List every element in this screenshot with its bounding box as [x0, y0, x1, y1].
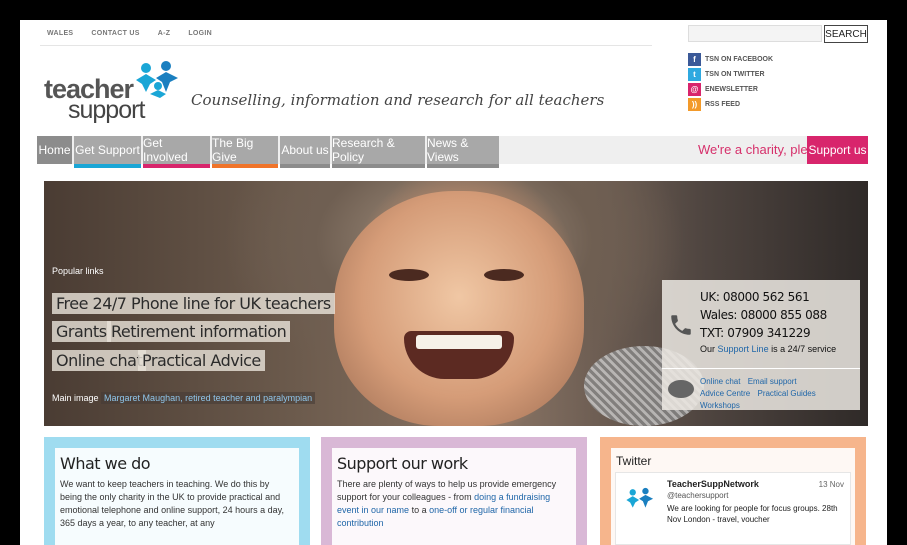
tweet-author-name[interactable]: TeacherSuppNetwork — [667, 479, 759, 489]
contact-box: UK: 08000 562 561 Wales: 08000 855 088 T… — [662, 280, 860, 410]
phone-numbers: UK: 08000 562 561 Wales: 08000 855 088 T… — [700, 288, 827, 342]
nav-label: Research & Policy — [332, 136, 395, 164]
panel-content: Support our work There are plenty of way… — [332, 448, 576, 545]
panel-title: Twitter — [616, 454, 652, 468]
site-tagline: Counselling, information and research fo… — [191, 91, 605, 109]
social-newsletter[interactable]: @ ENEWSLETTER — [688, 82, 773, 97]
link-email-support[interactable]: Email support — [748, 377, 797, 386]
top-link-wales[interactable]: WALES — [47, 30, 73, 37]
nav-label: Get Support — [75, 143, 140, 157]
social-label: TSN ON TWITTER — [705, 71, 765, 78]
tweet-card[interactable]: TeacherSuppNetwork @teachersupport 13 No… — [615, 472, 851, 545]
social-links: f TSN ON FACEBOOK t TSN ON TWITTER @ ENE… — [688, 52, 773, 112]
nav-research-policy[interactable]: Research & Policy — [332, 136, 425, 168]
contact-links: Online chat Email support Advice Centre … — [700, 376, 860, 412]
contact-divider — [662, 368, 860, 369]
nav-home[interactable]: Home — [37, 136, 72, 164]
service-suffix: is a 24/7 service — [771, 344, 837, 354]
hero-photo-detail — [416, 335, 502, 349]
phone-wales[interactable]: Wales: 08000 855 088 — [700, 306, 827, 324]
phone-uk[interactable]: UK: 08000 562 561 — [700, 288, 827, 306]
popular-link-phone-line[interactable]: Free 24/7 Phone line for UK teachers — [52, 293, 335, 314]
nav-label: About us — [281, 143, 329, 157]
social-facebook[interactable]: f TSN ON FACEBOOK — [688, 52, 773, 67]
twitter-icon: t — [688, 68, 701, 81]
phone-txt[interactable]: TXT: 07909 341229 — [700, 324, 827, 342]
panel-support-our-work: Support our work There are plenty of way… — [321, 437, 587, 545]
panel-what-we-do: What we do We want to keep teachers in t… — [44, 437, 310, 545]
panel-text-part: to a — [411, 505, 427, 515]
social-label: RSS FEED — [705, 101, 741, 108]
panel-content: What we do We want to keep teachers in t… — [55, 448, 299, 545]
facebook-icon: f — [688, 53, 701, 66]
popular-link-practical-advice[interactable]: Practical Advice — [138, 350, 265, 371]
social-twitter[interactable]: t TSN ON TWITTER — [688, 67, 773, 82]
logo-word-support: support — [68, 96, 145, 124]
panel-twitter: Twitter TeacherSuppNetwork @teachersuppo… — [600, 437, 866, 545]
service-prefix: Our — [700, 344, 716, 354]
caption-credit-link[interactable]: Margaret Maughan, retired teacher and pa… — [101, 392, 316, 404]
tweet-text: We are looking for people for focus grou… — [667, 504, 838, 524]
social-label: TSN ON FACEBOOK — [705, 56, 774, 63]
link-practical-guides[interactable]: Practical Guides — [757, 389, 815, 398]
phone-icon — [671, 315, 691, 335]
nav-label: News & Views — [427, 136, 469, 164]
panel-title: Support our work — [337, 454, 468, 473]
caption-prefix: Main image — [52, 393, 99, 403]
tweet-author-handle[interactable]: @teachersupport — [667, 491, 729, 500]
link-online-chat[interactable]: Online chat — [700, 377, 740, 386]
top-link-a-z[interactable]: A-Z — [158, 30, 171, 37]
top-divider — [40, 45, 652, 46]
panel-text: We want to keep teachers in teaching. We… — [60, 479, 284, 528]
service-note: Our Support Line is a 24/7 service — [700, 344, 836, 354]
support-us-button[interactable]: Support us — [807, 136, 868, 164]
hero-photo — [334, 191, 584, 426]
tweet-date: 13 Nov — [818, 480, 844, 489]
nav-news-views[interactable]: News & Views — [427, 136, 499, 168]
nav-label: Home — [38, 143, 71, 157]
popular-link-online-chat[interactable]: Online chat — [52, 350, 147, 371]
hero-banner: Popular links Free 24/7 Phone line for U… — [44, 181, 868, 426]
nav-get-support[interactable]: Get Support — [74, 136, 141, 168]
popular-links-label: Popular links — [52, 266, 104, 276]
panel-content: Twitter TeacherSuppNetwork @teachersuppo… — [611, 448, 855, 545]
popular-link-retirement[interactable]: Retirement information — [107, 321, 291, 342]
page: WALES CONTACT US A-Z LOGIN SEARCH f TSN … — [20, 20, 887, 545]
panel-title: What we do — [60, 454, 151, 473]
social-label: ENEWSLETTER — [705, 86, 758, 93]
site-logo[interactable]: teacher support — [44, 61, 184, 124]
link-workshops[interactable]: Workshops — [700, 401, 740, 410]
link-advice-centre[interactable]: Advice Centre — [700, 389, 750, 398]
social-rss[interactable]: )) RSS FEED — [688, 97, 773, 112]
nav-get-involved[interactable]: Get Involved — [143, 136, 210, 168]
top-link-login[interactable]: LOGIN — [188, 30, 212, 37]
image-caption: Main image Margaret Maughan, retired tea… — [52, 392, 316, 404]
email-icon: @ — [688, 83, 701, 96]
tweet-avatar-icon — [626, 487, 654, 508]
search-button[interactable]: SEARCH — [824, 25, 868, 43]
top-link-contact[interactable]: CONTACT US — [91, 30, 139, 37]
logo-figures-icon — [136, 61, 178, 98]
panel-text: There are plenty of ways to help us prov… — [337, 478, 570, 530]
chat-bubble-icon — [668, 380, 694, 398]
hero-photo-detail — [484, 269, 524, 281]
rss-icon: )) — [688, 98, 701, 111]
nav-label: The Big Give — [212, 136, 254, 164]
top-links: WALES CONTACT US A-Z LOGIN — [47, 30, 212, 37]
hero-photo-detail — [389, 269, 429, 281]
popular-link-grants[interactable]: Grants — [52, 321, 111, 342]
nav-big-give[interactable]: The Big Give — [212, 136, 278, 168]
nav-label: Get Involved — [143, 136, 188, 164]
support-line-link[interactable]: Support Line — [718, 344, 769, 354]
search-input[interactable] — [688, 25, 822, 42]
nav-about-us[interactable]: About us — [280, 136, 330, 168]
